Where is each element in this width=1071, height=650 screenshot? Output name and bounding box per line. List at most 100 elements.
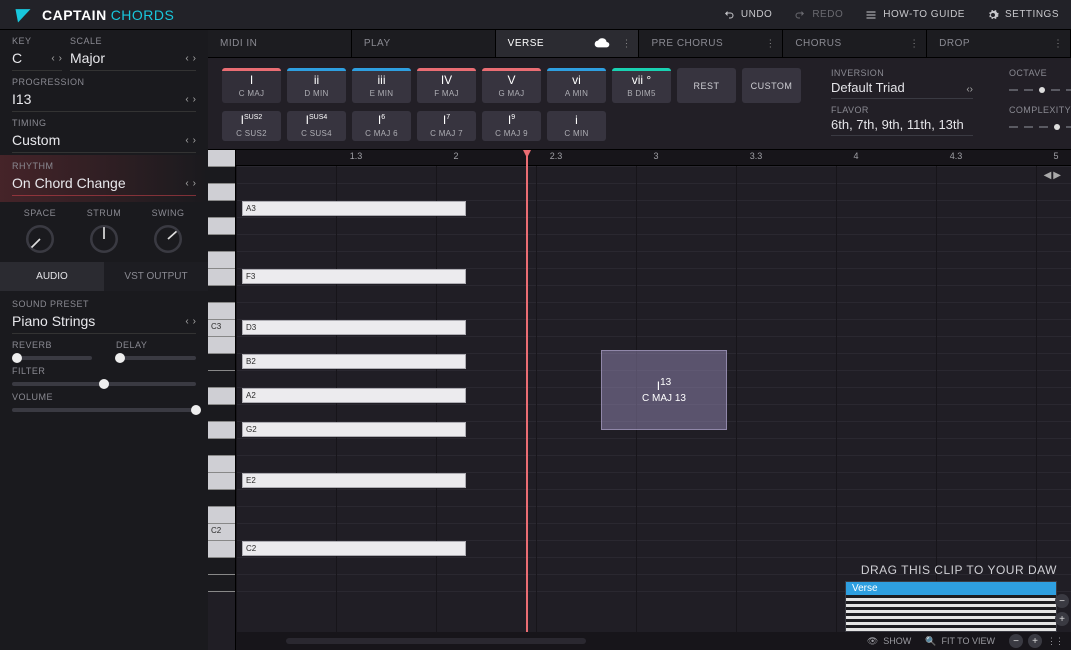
cloud-sync-icon[interactable] bbox=[594, 38, 610, 50]
drag-clip[interactable]: Verse bbox=[845, 581, 1057, 632]
midi-note[interactable]: A2 bbox=[242, 388, 466, 403]
tab-chorus[interactable]: CHORUS⋮ bbox=[783, 30, 927, 57]
sidebar: KEY C ‹› SCALE Major ‹› PROGRESSION I13 … bbox=[0, 30, 208, 650]
rhythm-select[interactable]: On Chord Change ‹› bbox=[12, 173, 196, 196]
rest-button[interactable]: REST bbox=[677, 68, 736, 103]
settings-button[interactable]: SETTINGS bbox=[987, 9, 1059, 21]
chord-ext-button[interactable]: ISUS4C SUS4 bbox=[287, 111, 346, 141]
chevron-right-icon[interactable]: › bbox=[193, 53, 196, 64]
tab-audio[interactable]: AUDIO bbox=[0, 262, 104, 291]
chord-button[interactable]: vii °B DIM5 bbox=[612, 68, 671, 103]
volume-slider[interactable] bbox=[12, 408, 196, 412]
horizontal-scrollbar[interactable] bbox=[286, 638, 586, 644]
chord-ext-button[interactable]: ISUS2C SUS2 bbox=[222, 111, 281, 141]
redo-button[interactable]: REDO bbox=[794, 9, 843, 21]
tab-menu-icon[interactable]: ⋮ bbox=[1053, 38, 1062, 49]
scale-select[interactable]: Major ‹› bbox=[70, 48, 196, 71]
chevron-left-icon: ◀ bbox=[1044, 170, 1052, 181]
tab-play[interactable]: PLAY bbox=[352, 30, 496, 57]
complexity-label: COMPLEXITY bbox=[1009, 105, 1071, 115]
chevron-right-icon[interactable]: › bbox=[59, 53, 62, 64]
zoom-in-v-button[interactable]: + bbox=[1055, 612, 1069, 626]
chord-ext-button[interactable]: I7C MAJ 7 bbox=[417, 111, 476, 141]
chevron-right-icon: ▶ bbox=[1053, 170, 1061, 181]
chevron-left-icon[interactable]: ‹ bbox=[185, 94, 188, 105]
octave-ticks[interactable] bbox=[1009, 86, 1071, 94]
fit-to-view-button[interactable]: 🔍FIT TO VIEW bbox=[925, 636, 995, 647]
undo-icon bbox=[723, 9, 735, 21]
progression-select[interactable]: I13 ‹› bbox=[12, 89, 196, 112]
midi-note[interactable]: B2 bbox=[242, 354, 466, 369]
chord-button[interactable]: IVF MAJ bbox=[417, 68, 476, 103]
chevron-left-icon[interactable]: ‹ bbox=[185, 316, 188, 327]
chord-ext-button[interactable]: I6C MAJ 6 bbox=[352, 111, 411, 141]
app-title: CAPTAINCHORDS bbox=[42, 7, 174, 23]
midi-note[interactable]: C2 bbox=[242, 541, 466, 556]
chevron-right-icon[interactable]: › bbox=[193, 94, 196, 105]
tab-menu-icon[interactable]: ⋮ bbox=[909, 38, 918, 49]
chord-button[interactable]: iiiE MIN bbox=[352, 68, 411, 103]
key-select[interactable]: C ‹› bbox=[12, 48, 62, 71]
chevron-right-icon[interactable]: › bbox=[193, 316, 196, 327]
tab-verse[interactable]: VERSE ⋮ bbox=[496, 30, 640, 57]
chord-button[interactable]: viA MIN bbox=[547, 68, 606, 103]
space-knob[interactable] bbox=[23, 222, 57, 256]
timeline-ruler[interactable]: 1.322.333.344.35 bbox=[236, 150, 1071, 166]
zoom-out-v-button[interactable]: − bbox=[1055, 594, 1069, 608]
zoom-out-h-button[interactable]: − bbox=[1009, 634, 1023, 648]
timing-select[interactable]: Custom ‹› bbox=[12, 130, 196, 153]
tab-drop[interactable]: DROP⋮ bbox=[927, 30, 1071, 57]
playhead[interactable] bbox=[526, 150, 528, 650]
strum-knob[interactable] bbox=[87, 222, 121, 256]
midi-note[interactable]: G2 bbox=[242, 422, 466, 437]
tab-vst-output[interactable]: VST OUTPUT bbox=[104, 262, 208, 291]
complexity-ticks[interactable] bbox=[1009, 123, 1071, 131]
preset-select[interactable]: Piano Strings ‹› bbox=[12, 311, 196, 334]
filter-slider[interactable] bbox=[12, 382, 196, 386]
chord-clip-drag-ghost[interactable]: I13 C MAJ 13 bbox=[601, 350, 727, 430]
scale-label: SCALE bbox=[70, 36, 196, 46]
delay-slider[interactable] bbox=[116, 356, 196, 360]
chevron-left-icon[interactable]: ‹ bbox=[185, 53, 188, 64]
chord-button[interactable]: VG MAJ bbox=[482, 68, 541, 103]
how-to-guide-button[interactable]: HOW-TO GUIDE bbox=[865, 9, 965, 21]
chevron-right-icon[interactable]: › bbox=[970, 84, 973, 95]
piano-roll[interactable]: C3C2 1.322.333.344.35 I13 C MAJ 13 ◀▶ DR… bbox=[208, 150, 1071, 650]
midi-note[interactable]: A3 bbox=[242, 201, 466, 216]
space-knob-label: SPACE bbox=[24, 208, 56, 218]
section-tabs: MIDI IN PLAY VERSE ⋮ PRE CHORUS⋮ CHORUS⋮… bbox=[208, 30, 1071, 58]
custom-button[interactable]: CUSTOM bbox=[742, 68, 801, 103]
tab-menu-icon[interactable]: ⋮ bbox=[621, 38, 630, 49]
chevron-right-icon[interactable]: › bbox=[193, 178, 196, 189]
chord-ext-button[interactable]: iC MIN bbox=[547, 111, 606, 141]
filter-label: FILTER bbox=[12, 366, 196, 376]
tab-pre-chorus[interactable]: PRE CHORUS⋮ bbox=[639, 30, 783, 57]
chord-button[interactable]: IC MAJ bbox=[222, 68, 281, 103]
chord-ext-button[interactable]: I9C MAJ 9 bbox=[482, 111, 541, 141]
zoom-in-h-button[interactable]: + bbox=[1028, 634, 1042, 648]
show-button[interactable]: 👁SHOW bbox=[867, 636, 911, 647]
timing-label: TIMING bbox=[12, 118, 196, 128]
tab-midi-in[interactable]: MIDI IN bbox=[208, 30, 352, 57]
chevron-left-icon[interactable]: ‹ bbox=[185, 135, 188, 146]
flavor-select[interactable]: 6th, 7th, 9th, 11th, 13th bbox=[831, 117, 973, 136]
chord-button[interactable]: iiD MIN bbox=[287, 68, 346, 103]
piano-keys[interactable]: C3C2 bbox=[208, 150, 236, 650]
octave-label: OCTAVE bbox=[1009, 68, 1071, 78]
midi-note[interactable]: D3 bbox=[242, 320, 466, 335]
chevron-left-icon[interactable]: ‹ bbox=[185, 178, 188, 189]
swing-knob[interactable] bbox=[151, 222, 185, 256]
chevron-left-icon[interactable]: ‹ bbox=[51, 53, 54, 64]
midi-note[interactable]: E2 bbox=[242, 473, 466, 488]
grid-menu-icon[interactable]: ⋮⋮ bbox=[1047, 636, 1063, 647]
logo-icon bbox=[12, 4, 34, 26]
midi-note[interactable]: F3 bbox=[242, 269, 466, 284]
reverb-slider[interactable] bbox=[12, 356, 92, 360]
drag-clip-label: DRAG THIS CLIP TO YOUR DAW bbox=[861, 563, 1057, 577]
chevron-right-icon[interactable]: › bbox=[193, 135, 196, 146]
undo-button[interactable]: UNDO bbox=[723, 9, 772, 21]
tab-menu-icon[interactable]: ⋮ bbox=[765, 38, 774, 49]
inversion-select[interactable]: Default Triad ‹› bbox=[831, 80, 973, 99]
loop-handles[interactable]: ◀▶ bbox=[1044, 170, 1061, 181]
progression-label: PROGRESSION bbox=[12, 77, 196, 87]
